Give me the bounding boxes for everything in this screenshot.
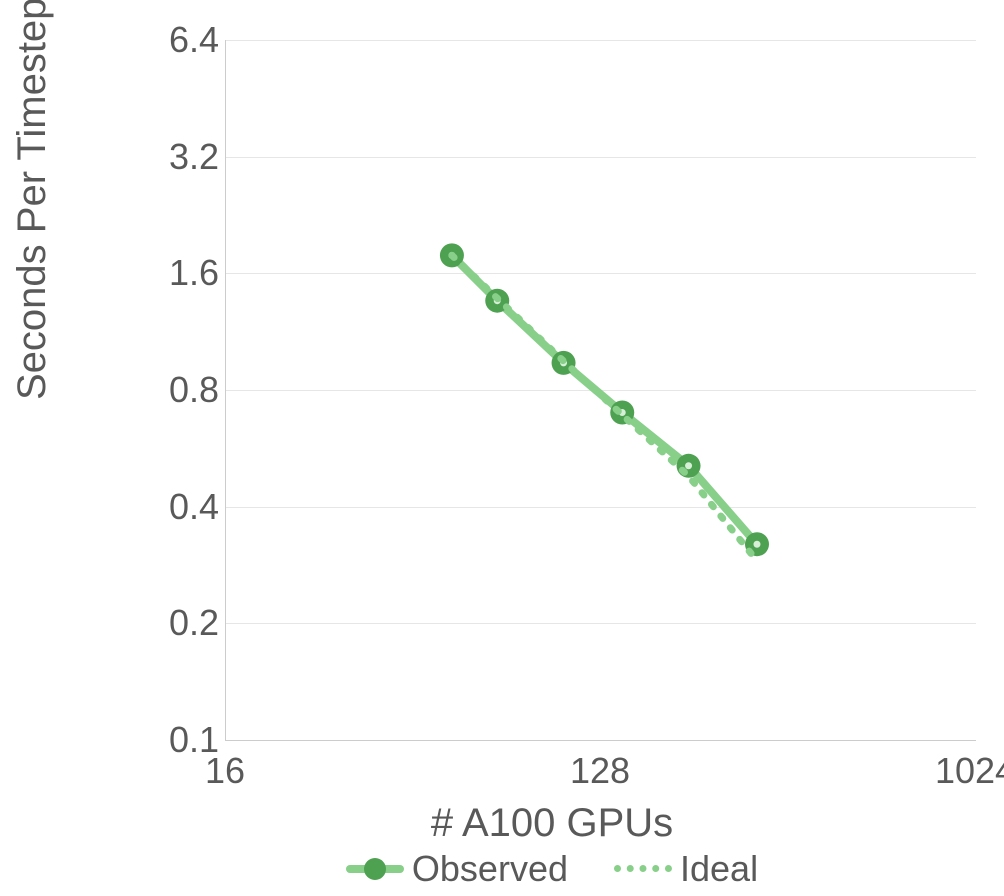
series-ideal [452,255,757,560]
y-tick-label: 0.2 [129,602,219,644]
legend-swatch-observed [346,862,404,876]
x-tick-label: 16 [205,750,245,792]
y-tick-label: 0.4 [129,486,219,528]
x-axis-label: # A100 GPUs [0,801,1004,846]
chart-legend: Observed Ideal [0,843,1004,890]
data-point-inner [753,541,760,548]
legend-label-ideal: Ideal [680,848,758,890]
y-tick-label: 6.4 [129,19,219,61]
plot-area [225,40,976,741]
data-point-inner [685,462,692,469]
x-tick-label: 1024 [935,750,1004,792]
y-tick-label: 0.8 [129,369,219,411]
legend-item-observed: Observed [346,848,568,890]
y-tick-label: 1.6 [129,252,219,294]
y-tick-label: 3.2 [129,136,219,178]
legend-item-ideal: Ideal [614,848,758,890]
legend-swatch-ideal [614,865,672,880]
chart-container: Seconds Per Timestep 6.4 3.2 1.6 0.8 0.4… [0,0,1004,896]
legend-label-observed: Observed [412,848,568,890]
chart-lines-svg [226,40,976,740]
x-tick-label: 128 [570,750,630,792]
y-axis-label: Seconds Per Timestep [10,0,55,400]
